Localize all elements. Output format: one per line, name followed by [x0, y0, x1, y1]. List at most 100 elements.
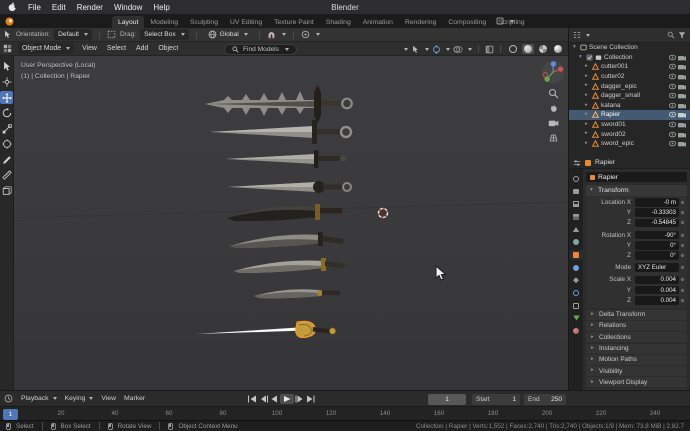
outliner-row-collection[interactable]: ▾ Collection	[569, 53, 690, 63]
shading-solid[interactable]	[522, 44, 534, 54]
shading-material[interactable]	[537, 44, 549, 54]
menu-view[interactable]: View	[80, 45, 99, 52]
filter-funnel-icon[interactable]	[678, 31, 686, 39]
tool-cursor[interactable]	[0, 76, 13, 89]
animate-dot-icon[interactable]	[681, 299, 684, 302]
tab-rendering[interactable]: Rendering	[399, 16, 442, 28]
frame-start-field[interactable]: Start1	[472, 394, 520, 405]
outliner-row-sword-epic[interactable]: ▸ sword_epic	[569, 139, 690, 149]
blender-logo-icon[interactable]	[5, 17, 14, 26]
snap-magnet-icon[interactable]	[267, 30, 276, 40]
camera-view-icon[interactable]	[548, 118, 559, 128]
menu-keying[interactable]: Keying	[65, 395, 94, 402]
playhead-badge[interactable]: 1	[3, 409, 18, 420]
chevron-down-icon[interactable]	[404, 48, 408, 51]
tool-scale[interactable]	[0, 122, 13, 135]
orientation-dropdown[interactable]: Default	[54, 29, 92, 40]
outliner-row-dagger-epic[interactable]: ▸ dagger_epic	[569, 81, 690, 91]
outliner-row-cutter001[interactable]: ▸ cutter001	[569, 62, 690, 72]
collection-checkbox[interactable]	[586, 54, 593, 61]
tab-constraints[interactable]	[570, 301, 583, 311]
disclosure-icon[interactable]: ▾	[573, 45, 578, 51]
tab-view-layer[interactable]	[570, 212, 583, 222]
tool-measure[interactable]	[0, 169, 13, 182]
outliner-row-sword02[interactable]: ▸ sword02	[569, 129, 690, 139]
apple-menu-icon[interactable]	[8, 2, 17, 12]
object-saber-dark[interactable]	[230, 232, 344, 248]
zoom-icon[interactable]	[548, 88, 559, 99]
tab-material[interactable]	[570, 326, 583, 336]
disclosure-icon[interactable]: ▸	[585, 64, 590, 70]
visibility-toggles[interactable]	[669, 63, 687, 70]
object-saber-light[interactable]	[234, 258, 345, 273]
scale-x-field[interactable]: 0.004	[635, 276, 679, 285]
tab-object-data[interactable]	[570, 314, 583, 324]
animate-dot-icon[interactable]	[681, 266, 684, 269]
location-y-field[interactable]: -0.33303	[635, 208, 679, 217]
visibility-toggles[interactable]	[669, 92, 687, 99]
timeline-editor-icon[interactable]	[4, 394, 13, 403]
rotation-x-field[interactable]: -90°	[635, 231, 679, 240]
tab-output[interactable]	[570, 199, 583, 209]
scene-selector[interactable]	[496, 17, 514, 25]
object-sword-long[interactable]	[210, 120, 351, 144]
perspective-toggle-icon[interactable]	[548, 132, 559, 143]
xray-toggle-icon[interactable]	[485, 45, 494, 54]
scale-y-field[interactable]: 0.004	[635, 286, 679, 295]
object-rapier-selected[interactable]	[196, 321, 336, 337]
visibility-toggles[interactable]	[669, 131, 687, 138]
tool-rotate[interactable]	[0, 107, 13, 120]
menu-file[interactable]: File	[28, 3, 41, 12]
tab-modifiers[interactable]	[570, 263, 583, 273]
disclosure-icon[interactable]: ▸	[585, 83, 590, 89]
object-name-field[interactable]: Rapier	[586, 172, 687, 182]
animate-dot-icon[interactable]	[681, 278, 684, 281]
drag-dropdown[interactable]: Select Box	[140, 29, 189, 40]
tab-layout[interactable]: Layout	[112, 16, 144, 28]
animate-dot-icon[interactable]	[681, 211, 684, 214]
search-icon[interactable]	[667, 31, 675, 39]
chevron-down-icon[interactable]	[446, 48, 450, 51]
object-sword-straight[interactable]	[226, 150, 346, 168]
visibility-toggles[interactable]	[669, 54, 687, 61]
editor-type-icon[interactable]	[3, 44, 12, 53]
location-x-field[interactable]: -0 m	[635, 198, 679, 207]
tab-render[interactable]	[570, 187, 583, 197]
chevron-down-icon[interactable]	[316, 33, 320, 36]
current-frame-field[interactable]: 1	[428, 394, 466, 405]
rotation-mode-dropdown[interactable]: XYZ Euler	[635, 263, 679, 272]
tab-sculpting[interactable]: Sculpting	[184, 16, 224, 28]
rotation-z-field[interactable]: 0°	[635, 251, 679, 260]
section-motion-paths[interactable]: ▸Motion Paths	[586, 355, 687, 365]
rotation-y-field[interactable]: 0°	[635, 241, 679, 250]
menu-select[interactable]: Select	[105, 45, 128, 52]
menu-view[interactable]: View	[101, 395, 116, 402]
chevron-down-icon[interactable]	[468, 48, 472, 51]
outliner-row-dagger-small[interactable]: ▸ dagger_small	[569, 91, 690, 101]
disclosure-icon[interactable]: ▾	[579, 55, 584, 61]
animate-dot-icon[interactable]	[681, 244, 684, 247]
tab-physics[interactable]	[570, 288, 583, 298]
visibility-toggles[interactable]	[669, 83, 687, 90]
outliner-row-scene-collection[interactable]: ▾ Scene Collection	[569, 43, 690, 53]
shading-wireframe[interactable]	[507, 44, 519, 54]
transform-orientation-dropdown[interactable]: Global	[204, 29, 252, 40]
selectability-dropdown-icon[interactable]	[411, 45, 420, 54]
visibility-toggles[interactable]	[669, 111, 687, 118]
chevron-down-icon[interactable]	[425, 48, 429, 51]
disclosure-icon[interactable]: ▸	[585, 131, 590, 137]
visibility-toggles[interactable]	[669, 73, 687, 80]
tab-animation[interactable]: Animation	[357, 16, 399, 28]
menu-help[interactable]: Help	[153, 3, 169, 12]
properties-editor-icon[interactable]	[573, 159, 581, 167]
object-sword-claymore[interactable]	[205, 85, 352, 123]
tab-particles[interactable]	[570, 276, 583, 286]
section-viewport-display[interactable]: ▸Viewport Display	[586, 377, 687, 387]
menu-edit[interactable]: Edit	[52, 3, 66, 12]
scale-z-field[interactable]: 0.004	[635, 296, 679, 305]
animate-dot-icon[interactable]	[681, 254, 684, 257]
playback-controls[interactable]	[246, 394, 324, 404]
tool-transform[interactable]	[0, 138, 13, 151]
outliner-row-katana[interactable]: ▸ katana	[569, 101, 690, 111]
outliner-row-rapier-active[interactable]: ▸ Rapier	[569, 110, 690, 120]
